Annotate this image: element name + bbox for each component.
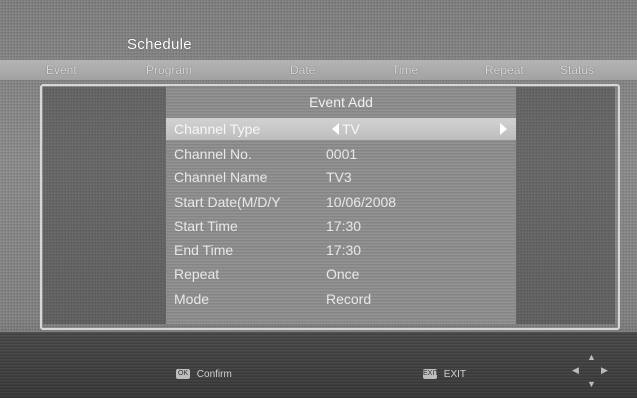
field-channel-name[interactable]: Channel Name TV3 <box>166 166 516 188</box>
column-event: Event <box>46 63 77 77</box>
confirm-label: Confirm <box>196 369 232 380</box>
field-value: TV3 <box>326 169 352 185</box>
arrow-left-icon: ◀ <box>572 365 579 375</box>
field-label: Channel No. <box>174 146 252 162</box>
column-repeat: Repeat <box>485 63 524 77</box>
arrow-up-icon: ▲ <box>587 352 596 362</box>
field-mode[interactable]: Mode Record <box>166 288 516 310</box>
page-title: Schedule <box>127 36 192 53</box>
column-status: Status <box>560 63 595 77</box>
exit-key-icon: EXIT <box>423 369 439 380</box>
arrow-right-icon[interactable] <box>500 123 507 135</box>
field-repeat[interactable]: Repeat Once <box>166 263 516 285</box>
exit-hint[interactable]: EXIT EXIT <box>423 369 466 380</box>
column-date: Date <box>290 63 316 77</box>
ok-key-icon: OK <box>176 369 190 380</box>
schedule-column-header: Event Program Date Time Repeat Status <box>0 60 637 80</box>
field-label: Repeat <box>174 266 220 282</box>
field-label: Start Time <box>174 218 238 234</box>
field-channel-type[interactable]: Channel Type TV <box>166 118 516 140</box>
field-value: 17:30 <box>326 242 362 258</box>
field-label: Start Date(M/D/Y <box>174 194 281 210</box>
column-time: Time <box>392 63 419 77</box>
confirm-hint[interactable]: OK Confirm <box>176 369 232 380</box>
field-end-time[interactable]: End Time 17:30 <box>166 239 516 261</box>
exit-label: EXIT <box>443 369 467 380</box>
arrow-down-icon: ▼ <box>587 379 596 389</box>
dialog-title: Event Add <box>309 94 373 110</box>
field-value: TV <box>342 121 360 137</box>
field-label: Channel Name <box>174 169 268 185</box>
field-value: 0001 <box>326 146 358 162</box>
field-value: Once <box>326 266 360 282</box>
field-start-time[interactable]: Start Time 17:30 <box>166 215 516 237</box>
field-value: 17:30 <box>326 218 362 234</box>
field-channel-no[interactable]: Channel No. 0001 <box>166 143 516 165</box>
field-label: Channel Type <box>174 121 261 137</box>
column-program: Program <box>146 63 193 77</box>
arrow-right-icon: ▶ <box>601 365 608 375</box>
field-label: End Time <box>174 242 234 258</box>
field-label: Mode <box>174 291 210 307</box>
field-value: Record <box>326 291 372 307</box>
field-start-date[interactable]: Start Date(M/D/Y 10/06/2008 <box>166 191 516 213</box>
navigation-pad-icon: ▲ ▼ ◀ ▶ <box>572 352 610 390</box>
help-bar <box>0 332 637 398</box>
field-value: 10/06/2008 <box>326 194 397 210</box>
arrow-left-icon[interactable] <box>332 123 339 135</box>
